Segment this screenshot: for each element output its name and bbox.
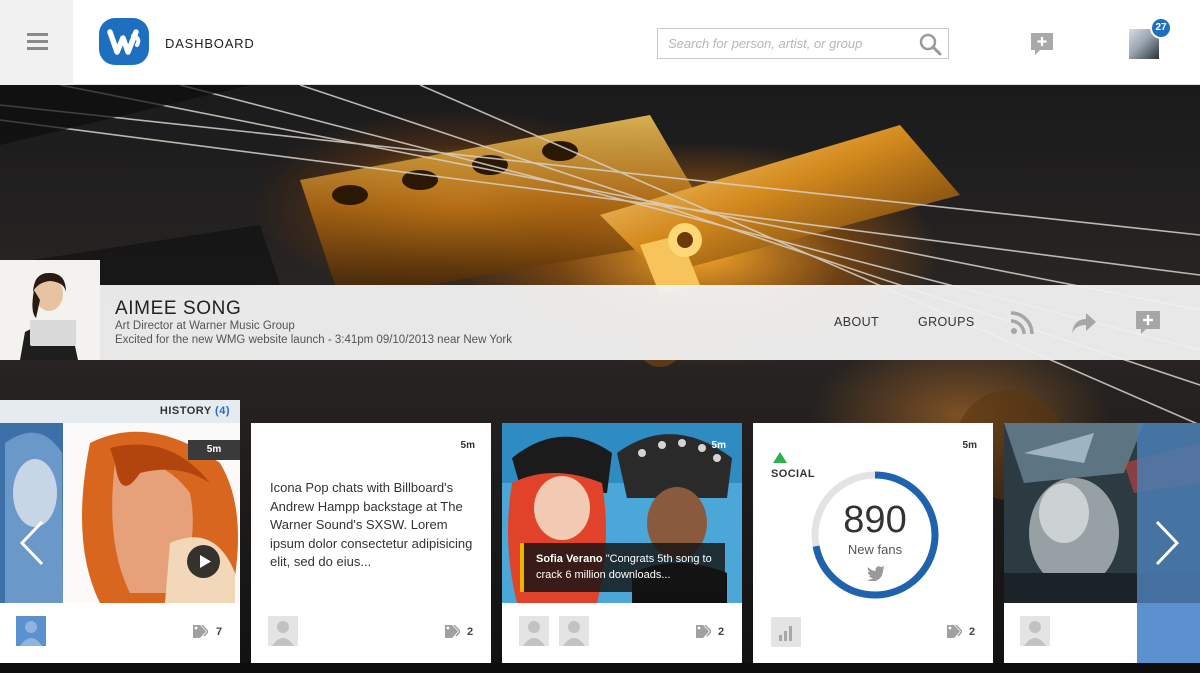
avatar[interactable]	[559, 616, 589, 646]
user-silhouette-icon	[20, 621, 42, 646]
fans-count: 890	[843, 499, 907, 541]
share-icon[interactable]	[1071, 310, 1097, 336]
tag-count: 2	[467, 626, 474, 638]
search-input[interactable]	[658, 29, 913, 58]
avatar[interactable]	[268, 616, 298, 646]
tag-count: 7	[216, 626, 223, 638]
top-bar: DASHBOARD 27	[0, 0, 1200, 85]
profile-photo[interactable]	[0, 260, 100, 360]
tag-icon	[445, 625, 460, 638]
quote-overlay: Sofia Verano "Congrats 5th song to crack…	[520, 543, 725, 592]
notification-badge[interactable]: 27	[1150, 17, 1172, 39]
history-label-text: HISTORY	[159, 405, 212, 417]
user-silhouette-icon	[563, 621, 585, 646]
history-count: (4)	[215, 405, 230, 417]
bottom-strip	[0, 663, 1200, 673]
card-footer-accent	[1137, 603, 1200, 663]
card-text: Icona Pop chats with Billboard's Andrew …	[270, 480, 473, 569]
profile-role: Art Director at Warner Music Group	[115, 320, 295, 332]
chevron-right-icon	[1155, 520, 1180, 566]
user-silhouette-icon	[1024, 621, 1046, 646]
twitter-icon	[867, 566, 885, 581]
wmg-logo-icon	[107, 29, 141, 55]
feed-card-quote[interactable]: 5m Sofia Verano "Congrats 5th song to cr…	[502, 423, 742, 663]
compose-icon[interactable]	[1135, 310, 1161, 336]
warner-logo[interactable]	[99, 18, 149, 65]
tag-icon	[696, 625, 711, 638]
tag-icon	[947, 625, 962, 638]
feed-card-text[interactable]: 5m Icona Pop chats with Billboard's Andr…	[251, 423, 491, 663]
dashboard-screen: DASHBOARD 27	[0, 0, 1200, 673]
profile-name: AIMEE SONG	[115, 298, 242, 319]
menu-icon-line	[27, 47, 48, 50]
carousel-next-button[interactable]	[1137, 423, 1200, 603]
quote-author: Sofia Verano	[536, 553, 603, 565]
fans-label: New fans	[847, 542, 903, 557]
time-badge: 5m	[711, 440, 726, 451]
history-label[interactable]: HISTORY (4)	[0, 400, 240, 423]
profile-status: Excited for the new WMG website launch -…	[115, 334, 512, 346]
play-icon	[200, 555, 211, 568]
time-badge: 5m	[188, 440, 240, 460]
tag-count: 2	[969, 626, 976, 638]
trend-up-icon	[773, 452, 787, 463]
avatar[interactable]	[16, 616, 46, 646]
bar-chart-icon	[779, 626, 792, 641]
compose-message-icon[interactable]	[1030, 32, 1054, 56]
profile-photo-image	[0, 260, 100, 360]
groups-link[interactable]: GROUPS	[918, 315, 975, 329]
chevron-left-icon	[19, 520, 44, 566]
time-badge: 5m	[962, 440, 977, 451]
social-label: SOCIAL	[771, 468, 815, 480]
carousel-prev-button[interactable]	[0, 423, 63, 603]
menu-icon-line	[27, 40, 48, 43]
avatar[interactable]	[1020, 616, 1050, 646]
feed-card-social[interactable]: 5m SOCIAL 890 New fans 2	[753, 423, 993, 663]
tag-count: 2	[718, 626, 725, 638]
user-silhouette-icon	[523, 621, 545, 646]
avatar[interactable]	[519, 616, 549, 646]
search-box	[657, 28, 949, 59]
rss-icon[interactable]	[1009, 310, 1035, 336]
hamburger-menu-button[interactable]	[0, 0, 73, 85]
user-silhouette-icon	[272, 621, 294, 646]
time-badge: 5m	[460, 440, 475, 451]
app-title: DASHBOARD	[165, 36, 255, 51]
play-button[interactable]	[187, 545, 220, 578]
stats-button[interactable]	[771, 617, 801, 647]
search-icon[interactable]	[918, 32, 942, 56]
menu-icon	[27, 33, 48, 36]
about-link[interactable]: ABOUT	[834, 315, 879, 329]
profile-bar: AIMEE SONG Art Director at Warner Music …	[100, 285, 1200, 360]
tag-icon	[193, 625, 208, 638]
